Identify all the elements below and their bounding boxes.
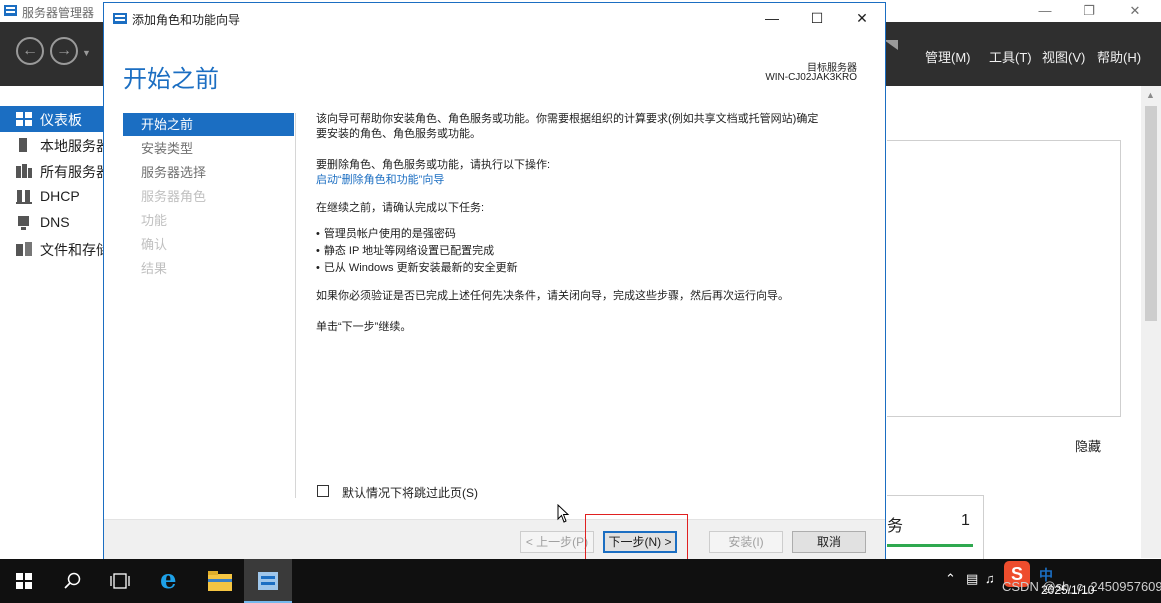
page-title: 开始之前 <box>123 66 219 93</box>
close-icon[interactable]: ✕ <box>839 3 885 33</box>
sidebar-item-label: DHCP <box>40 188 80 204</box>
step-server-roles: 服务器角色 <box>141 189 207 204</box>
cancel-button[interactable]: 取消 <box>792 531 866 553</box>
before-continue-text: 在继续之前，请确认完成以下任务: <box>316 202 485 214</box>
menu-manage[interactable]: 管理(M) <box>925 47 971 66</box>
server-manager-icon <box>258 572 278 590</box>
server-manager-icon <box>113 13 127 24</box>
sidebar-item-dhcp[interactable]: DHCP <box>0 184 103 210</box>
sidebar-item-local-server[interactable]: 本地服务器 <box>0 132 103 158</box>
windows-logo-icon <box>16 573 32 589</box>
scrollbar-thumb[interactable] <box>1145 106 1157 321</box>
network-icon[interactable]: ▤ <box>966 571 978 587</box>
sidebar-item-dashboard[interactable]: 仪表板 <box>0 106 103 132</box>
file-explorer-button[interactable] <box>196 559 244 603</box>
scroll-up-icon[interactable]: ▲ <box>1146 90 1155 100</box>
verify-text: 如果你必须验证是否已完成上述任何先决条件，请关闭向导，完成这些步骤，然后再次运行… <box>316 290 789 302</box>
step-confirmation: 确认 <box>141 237 168 252</box>
annotation-highlight-box <box>585 514 688 560</box>
task-item: 管理员帐户使用的是强密码 <box>316 227 456 242</box>
file-storage-icon <box>16 242 32 256</box>
dashboard-icon <box>16 112 32 126</box>
server-manager-sidebar: 仪表板 本地服务器 所有服务器 DHCP DNS 文件和存储服务 <box>0 86 104 558</box>
tile-status-bar <box>887 544 973 547</box>
maximize-icon[interactable]: ☐ <box>794 3 840 33</box>
server-manager-title: 服务器管理器 <box>22 6 95 20</box>
wizard-title: 添加角色和功能向导 <box>132 13 241 27</box>
welcome-panel: 隐藏 <box>887 140 1121 454</box>
search-button[interactable] <box>48 559 96 603</box>
server-icon <box>19 138 27 152</box>
chevron-down-icon[interactable]: ▼ <box>82 48 91 58</box>
restore-icon[interactable]: ❐ <box>1066 0 1112 22</box>
wizard-steps-nav: 开始之前 安装类型 服务器选择 服务器角色 功能 确认 结果 <box>104 108 296 498</box>
notifications-flag-icon[interactable] <box>884 40 898 50</box>
menu-tools[interactable]: 工具(T) <box>989 47 1032 66</box>
step-installation-type[interactable]: 安装类型 <box>123 137 294 160</box>
remove-text: 要删除角色、角色服务或功能，请执行以下操作: <box>316 159 551 171</box>
servers-icon <box>16 164 32 178</box>
vertical-scrollbar[interactable]: ▲ <box>1141 86 1161 558</box>
sidebar-item-all-servers[interactable]: 所有服务器 <box>0 158 103 184</box>
sidebar-item-file-storage[interactable]: 文件和存储服务 <box>0 236 103 262</box>
step-results: 结果 <box>141 261 168 276</box>
server-manager-icon <box>4 5 17 16</box>
folder-icon <box>208 571 232 591</box>
menu-view[interactable]: 视图(V) <box>1042 47 1085 66</box>
menu-help[interactable]: 帮助(H) <box>1097 47 1141 66</box>
step-features: 功能 <box>141 213 168 228</box>
sidebar-item-label: 仪表板 <box>40 112 82 128</box>
step-before-you-begin[interactable]: 开始之前 <box>123 113 294 136</box>
continue-text: 单击“下一步”继续。 <box>316 321 412 333</box>
sidebar-item-dns[interactable]: DNS <box>0 210 103 236</box>
taskbar: e ⌃ ▤ ♫ S 中 CSDN @sh_c_2450957609 2025/1… <box>0 559 1161 603</box>
previous-button[interactable]: < 上一步(P) <box>520 531 594 553</box>
task-item: 已从 Windows 更新安装最新的安全更新 <box>316 261 518 276</box>
search-icon <box>64 572 81 589</box>
start-button[interactable] <box>0 559 48 603</box>
sidebar-item-label: 文件和存储服务 <box>40 242 103 258</box>
close-icon[interactable]: ✕ <box>1112 0 1158 22</box>
nav-divider <box>295 113 296 498</box>
target-server-name: WIN-CJ02JAK3KRO <box>765 72 857 83</box>
wizard-header: 开始之前 目标服务器 WIN-CJ02JAK3KRO <box>104 33 885 108</box>
taskbar-clock[interactable]: 2025/1/10 <box>1041 583 1094 597</box>
tile-label: 务 <box>887 518 904 535</box>
wizard-titlebar: 添加角色和功能向导 — ☐ ✕ <box>104 3 885 33</box>
chevron-up-icon[interactable]: ⌃ <box>945 571 956 587</box>
task-view-button[interactable] <box>96 559 144 603</box>
task-item: 静态 IP 地址等网络设置已配置完成 <box>316 244 494 259</box>
internet-explorer-button[interactable]: e <box>148 559 196 603</box>
intro-text-line2: 要安装的角色、角色服务或功能。 <box>316 128 481 140</box>
minimize-icon[interactable]: — <box>1022 0 1068 22</box>
role-tile[interactable]: 务 1 <box>887 495 984 567</box>
intro-text-line1: 该向导可帮助你安装角色、角色服务或功能。你需要根据组织的计算要求(例如共享文档或… <box>316 113 819 125</box>
volume-icon[interactable]: ♫ <box>985 571 995 586</box>
system-tray: ⌃ ▤ ♫ S 中 CSDN @sh_c_2450957609 2025/1/1… <box>940 559 1161 603</box>
forward-icon[interactable]: → <box>50 37 78 65</box>
dhcp-icon <box>16 190 32 204</box>
step-server-selection[interactable]: 服务器选择 <box>123 161 294 184</box>
tile-count: 1 <box>961 512 970 529</box>
dns-icon <box>18 216 29 230</box>
task-view-icon <box>110 573 130 589</box>
sidebar-item-label: 所有服务器 <box>40 164 103 180</box>
back-icon[interactable]: ← <box>16 37 44 65</box>
internet-explorer-icon: e <box>160 565 177 595</box>
add-roles-wizard: 添加角色和功能向导 — ☐ ✕ 开始之前 目标服务器 WIN-CJ02JAK3K… <box>103 2 886 559</box>
hide-link[interactable]: 隐藏 <box>1075 436 1101 455</box>
sidebar-item-label: DNS <box>40 214 70 230</box>
wizard-footer: < 上一步(P) 下一步(N) > 安装(I) 取消 <box>104 519 885 559</box>
server-manager-content: 隐藏 务 1 <box>887 86 1161 567</box>
sidebar-item-label: 本地服务器 <box>40 138 103 154</box>
install-button[interactable]: 安装(I) <box>709 531 783 553</box>
skip-page-label[interactable]: 默认情况下将跳过此页(S) <box>342 484 478 501</box>
server-manager-taskbar-button[interactable] <box>244 559 292 603</box>
minimize-icon[interactable]: — <box>749 3 795 33</box>
mouse-cursor-icon <box>557 504 570 523</box>
skip-page-checkbox[interactable] <box>317 485 329 497</box>
remove-roles-link[interactable]: 启动“删除角色和功能”向导 <box>316 173 444 188</box>
